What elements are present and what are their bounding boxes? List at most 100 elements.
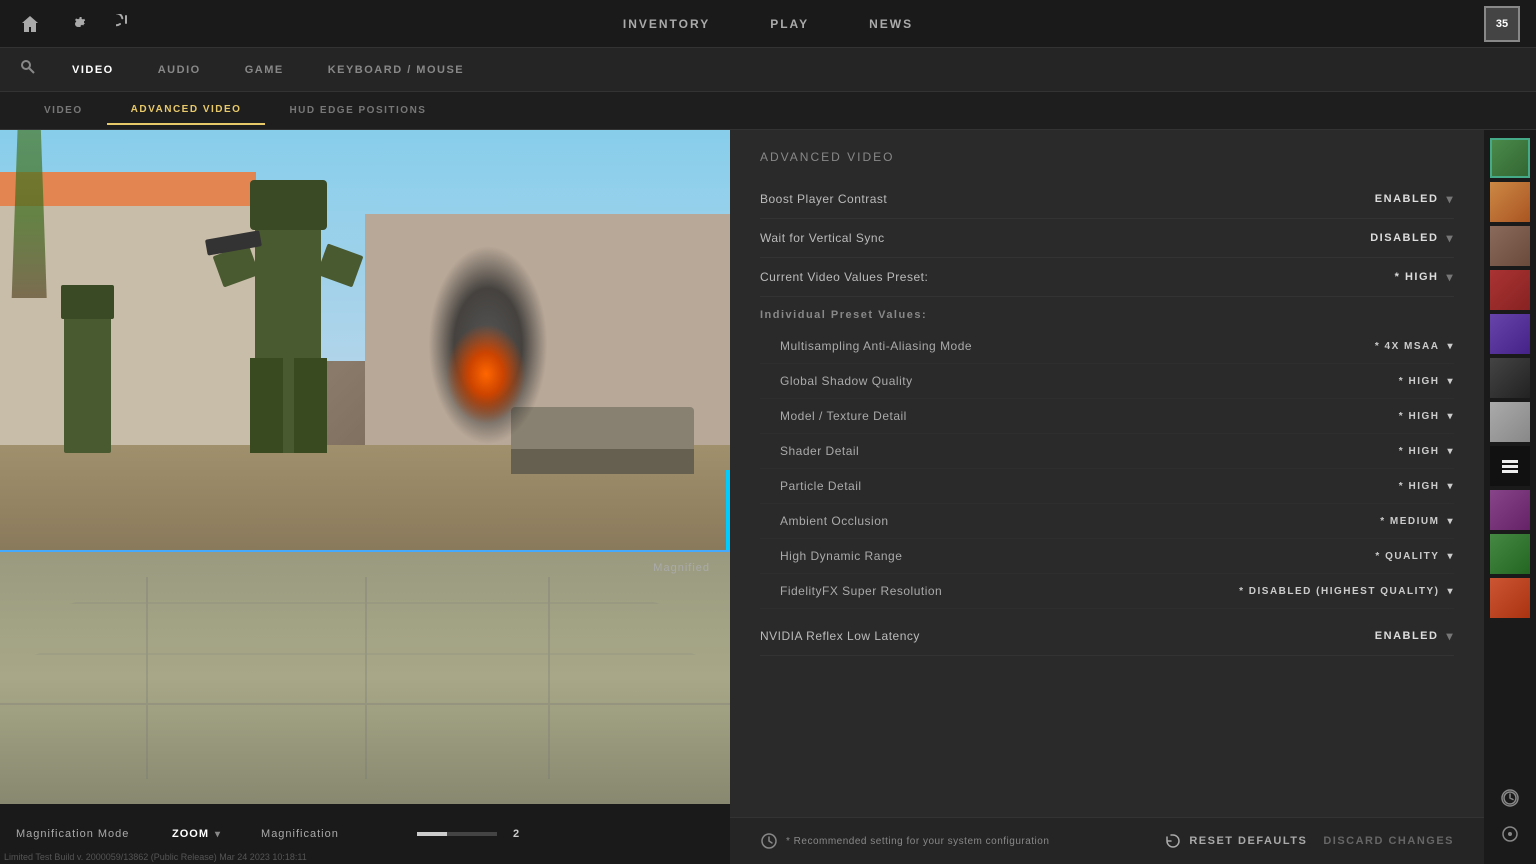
refresh-icon xyxy=(760,832,778,850)
setting-row-model-texture: Model / Texture Detail * HIGH ▾ xyxy=(760,399,1454,434)
particle-chevron: ▾ xyxy=(1447,481,1454,492)
sidebar-bottom-icon-1[interactable] xyxy=(1496,784,1524,812)
avatar-item-3[interactable] xyxy=(1490,270,1530,310)
fidelityfx-label: FidelityFX Super Resolution xyxy=(780,584,942,598)
setting-row-boost-contrast: Boost Player Contrast ENABLED ▾ xyxy=(760,180,1454,219)
preset-chevron: ▾ xyxy=(1446,270,1454,284)
preset-dropdown[interactable]: * HIGH ▾ xyxy=(1395,270,1454,284)
setting-row-particle: Particle Detail * HIGH ▾ xyxy=(760,469,1454,504)
nvidia-reflex-label: NVIDIA Reflex Low Latency xyxy=(760,629,920,643)
fidelityfx-chevron: ▾ xyxy=(1447,586,1454,597)
nav-news[interactable]: NEWS xyxy=(869,17,913,31)
msaa-dropdown[interactable]: * 4X MSAA ▾ xyxy=(1375,341,1454,352)
top-nav-center: INVENTORY PLAY NEWS xyxy=(623,17,913,31)
shader-label: Shader Detail xyxy=(780,444,859,458)
hdr-dropdown[interactable]: * QUALITY ▾ xyxy=(1375,551,1454,562)
hdr-chevron: ▾ xyxy=(1447,551,1454,562)
magnification-label: Magnification xyxy=(261,828,401,840)
avatar-item-2[interactable] xyxy=(1490,226,1530,266)
avatar-item-8[interactable] xyxy=(1490,490,1530,530)
settings-footer: * Recommended setting for your system co… xyxy=(730,817,1484,864)
subtab-video[interactable]: VIDEO xyxy=(20,97,107,124)
model-texture-label: Model / Texture Detail xyxy=(780,409,907,423)
magnified-label: Magnified xyxy=(653,562,710,574)
setting-row-hdr: High Dynamic Range * QUALITY ▾ xyxy=(760,539,1454,574)
game-preview-bottom: Magnified xyxy=(0,550,730,804)
avatar-item-6[interactable] xyxy=(1490,402,1530,442)
boost-contrast-label: Boost Player Contrast xyxy=(760,192,887,206)
vsync-chevron: ▾ xyxy=(1446,231,1454,245)
reset-defaults-button[interactable]: RESET DEFAULTS xyxy=(1165,833,1307,849)
search-icon[interactable] xyxy=(20,59,36,80)
subtab-advanced-video[interactable]: ADVANCED VIDEO xyxy=(107,96,266,125)
avatar-item-10[interactable] xyxy=(1490,578,1530,618)
chevron-down-icon: ▾ xyxy=(215,829,221,840)
setting-row-shadow: Global Shadow Quality * HIGH ▾ xyxy=(760,364,1454,399)
avatar-item-7[interactable] xyxy=(1490,446,1530,486)
ambient-occlusion-dropdown[interactable]: * MEDIUM ▾ xyxy=(1380,516,1454,527)
top-navigation: INVENTORY PLAY NEWS 35 xyxy=(0,0,1536,48)
magnification-mode-dropdown[interactable]: ZOOM ▾ xyxy=(172,828,221,840)
avatar-item-5[interactable] xyxy=(1490,358,1530,398)
subtab-hud-edge[interactable]: HUD EDGE POSITIONS xyxy=(265,97,450,124)
setting-row-shader: Shader Detail * HIGH ▾ xyxy=(760,434,1454,469)
nav-play[interactable]: PLAY xyxy=(770,17,809,31)
ambient-occlusion-label: Ambient Occlusion xyxy=(780,514,889,528)
build-info: Limited Test Build v. 2000059/13862 (Pub… xyxy=(4,852,307,862)
power-icon[interactable] xyxy=(112,10,140,38)
avatar-item-1[interactable] xyxy=(1490,182,1530,222)
magnification-slider[interactable] xyxy=(417,832,497,836)
nvidia-reflex-dropdown[interactable]: ENABLED ▾ xyxy=(1375,629,1454,643)
sub-tabs-bar: VIDEO ADVANCED VIDEO HUD EDGE POSITIONS xyxy=(0,92,1536,130)
tab-keyboard-mouse[interactable]: KEYBOARD / MOUSE xyxy=(308,58,484,82)
particle-label: Particle Detail xyxy=(780,479,862,493)
game-preview-top xyxy=(0,130,730,550)
reset-icon xyxy=(1165,833,1181,849)
recommended-note: * Recommended setting for your system co… xyxy=(760,832,1149,850)
avatars-sidebar xyxy=(1484,130,1536,864)
msaa-label: Multisampling Anti-Aliasing Mode xyxy=(780,339,972,353)
nav-inventory[interactable]: INVENTORY xyxy=(623,17,710,31)
magnification-value: 2 xyxy=(513,828,519,840)
advanced-video-title: Advanced Video xyxy=(760,150,1454,164)
setting-row-ambient-occlusion: Ambient Occlusion * MEDIUM ▾ xyxy=(760,504,1454,539)
left-panel: Magnified Magnification Mode ZOOM ▾ Magn… xyxy=(0,130,730,864)
particle-dropdown[interactable]: * HIGH ▾ xyxy=(1399,481,1454,492)
setting-row-msaa: Multisampling Anti-Aliasing Mode * 4X MS… xyxy=(760,329,1454,364)
settings-icon[interactable] xyxy=(64,10,92,38)
fidelityfx-dropdown[interactable]: * DISABLED (HIGHEST QUALITY) ▾ xyxy=(1239,586,1454,597)
settings-tabs-bar: VIDEO AUDIO GAME KEYBOARD / MOUSE xyxy=(0,48,1536,92)
shadow-label: Global Shadow Quality xyxy=(780,374,913,388)
setting-row-fidelityfx: FidelityFX Super Resolution * DISABLED (… xyxy=(760,574,1454,609)
preset-label: Current Video Values Preset: xyxy=(760,270,928,284)
preset-subsection-title: Individual Preset Values: xyxy=(760,297,1454,329)
avatar-item-0[interactable] xyxy=(1490,138,1530,178)
sidebar-bottom-icon-2[interactable] xyxy=(1496,820,1524,848)
tab-video[interactable]: VIDEO xyxy=(52,58,134,82)
avatar-item-9[interactable] xyxy=(1490,534,1530,574)
model-texture-dropdown[interactable]: * HIGH ▾ xyxy=(1399,411,1454,422)
tab-audio[interactable]: AUDIO xyxy=(138,58,221,82)
right-settings-panel: Advanced Video Boost Player Contrast ENA… xyxy=(730,130,1484,817)
discard-changes-button[interactable]: DISCARD CHANGES xyxy=(1323,835,1454,847)
shadow-dropdown[interactable]: * HIGH ▾ xyxy=(1399,376,1454,387)
ambient-occlusion-chevron: ▾ xyxy=(1447,516,1454,527)
shader-dropdown[interactable]: * HIGH ▾ xyxy=(1399,446,1454,457)
nvidia-reflex-chevron: ▾ xyxy=(1446,629,1454,643)
setting-row-nvidia-reflex: NVIDIA Reflex Low Latency ENABLED ▾ xyxy=(760,617,1454,656)
vsync-label: Wait for Vertical Sync xyxy=(760,231,885,245)
boost-contrast-chevron: ▾ xyxy=(1446,192,1454,206)
top-nav-right: 35 xyxy=(1484,6,1520,42)
home-icon[interactable] xyxy=(16,10,44,38)
setting-row-preset: Current Video Values Preset: * HIGH ▾ xyxy=(760,258,1454,297)
msaa-chevron: ▾ xyxy=(1447,341,1454,352)
tab-game[interactable]: GAME xyxy=(225,58,304,82)
avatar-item-4[interactable] xyxy=(1490,314,1530,354)
model-texture-chevron: ▾ xyxy=(1447,411,1454,422)
level-badge: 35 xyxy=(1484,6,1520,42)
shader-chevron: ▾ xyxy=(1447,446,1454,457)
shadow-chevron: ▾ xyxy=(1447,376,1454,387)
boost-contrast-dropdown[interactable]: ENABLED ▾ xyxy=(1375,192,1454,206)
setting-row-vsync: Wait for Vertical Sync DISABLED ▾ xyxy=(760,219,1454,258)
vsync-dropdown[interactable]: DISABLED ▾ xyxy=(1370,231,1454,245)
